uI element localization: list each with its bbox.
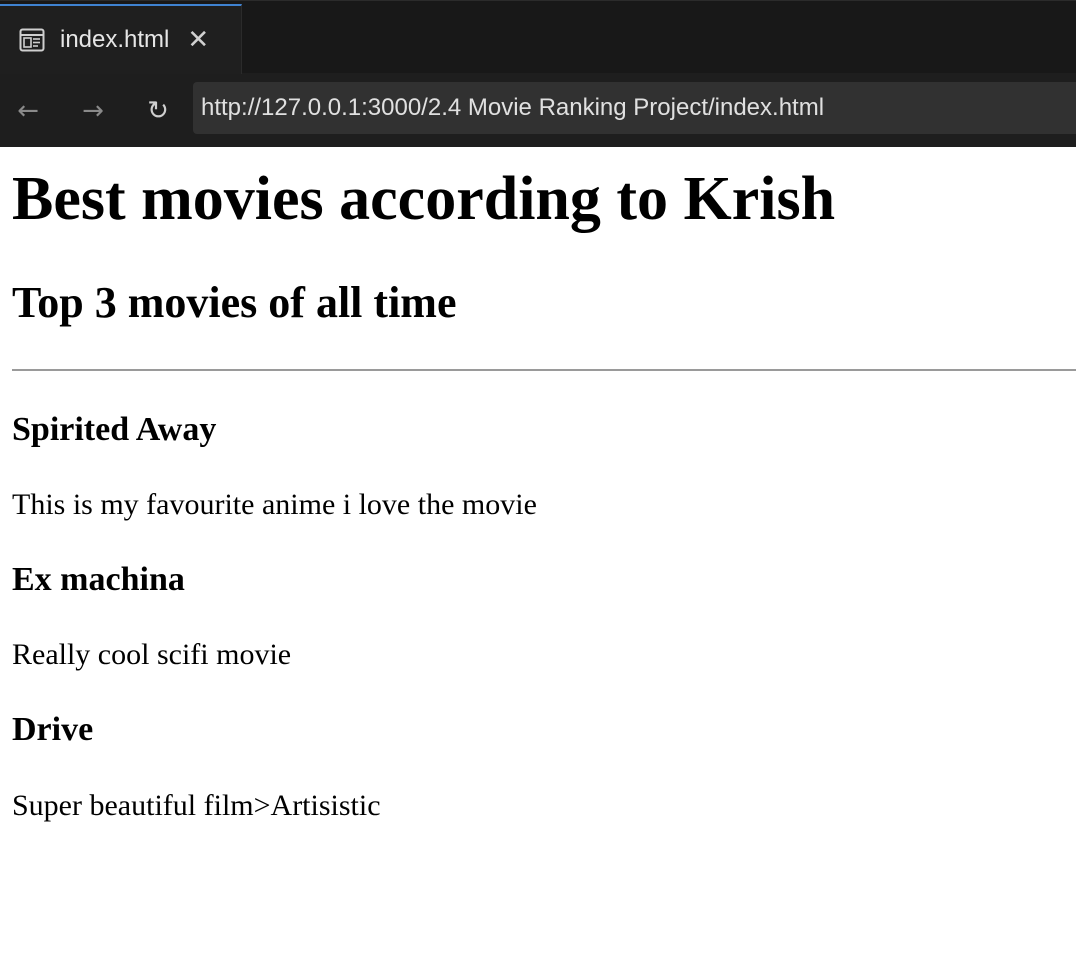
close-icon[interactable]: ✕ <box>187 27 209 53</box>
navigation-bar: ← → ↻ http://127.0.0.1:3000/2.4 Movie Ra… <box>0 73 1076 148</box>
movie-title: Drive <box>12 711 94 749</box>
page-title: Best movies according to Krish <box>12 165 836 233</box>
tab-strip: index.html ✕ <box>0 0 1076 74</box>
movie-description: This is my favourite anime i love the mo… <box>12 487 537 521</box>
tab-label: index.html <box>60 26 170 53</box>
reload-icon[interactable]: ↻ <box>140 93 176 129</box>
browser-chrome: index.html ✕ ← → ↻ http://127.0.0.1:3000… <box>0 0 1076 147</box>
movie-item: Drive Super beautiful film>Artisistic <box>12 711 1076 821</box>
preview-icon <box>18 27 46 53</box>
movie-title: Spirited Away <box>12 410 217 448</box>
page-content: Best movies according to Krish Top 3 mov… <box>0 165 1076 822</box>
movie-description: Really cool scifi movie <box>12 638 292 672</box>
divider <box>12 368 1076 371</box>
movie-item: Spirited Away This is my favourite anime… <box>12 411 1076 521</box>
movie-title: Ex machina <box>12 560 185 598</box>
movie-description: Super beautiful film>Artisistic <box>12 788 381 822</box>
forward-arrow-icon[interactable]: → <box>75 93 111 129</box>
back-arrow-icon[interactable]: ← <box>10 93 46 129</box>
tab-index-html[interactable]: index.html ✕ <box>0 4 242 74</box>
movie-item: Ex machina Really cool scifi movie <box>12 561 1076 671</box>
address-bar[interactable]: http://127.0.0.1:3000/2.4 Movie Ranking … <box>193 82 1076 134</box>
page-subtitle: Top 3 movies of all time <box>12 278 457 328</box>
